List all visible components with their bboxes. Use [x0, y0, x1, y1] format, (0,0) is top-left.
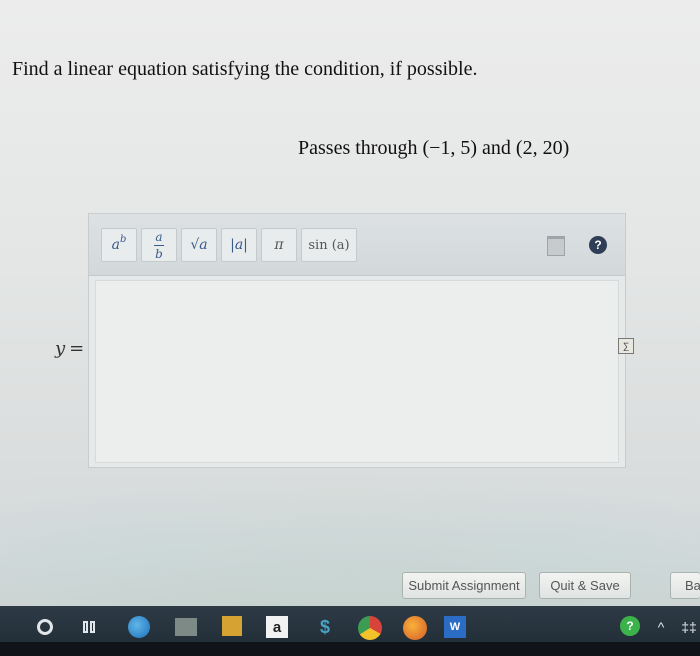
answer-variable: y — [55, 338, 66, 359]
equation-preview-icon[interactable]: ∑ — [618, 338, 634, 354]
word-icon[interactable]: W — [444, 616, 466, 638]
fraction-bar — [154, 244, 164, 246]
power-button[interactable]: ab — [101, 228, 137, 262]
power-exponent: b — [119, 233, 127, 245]
amazon-icon[interactable]: a — [266, 616, 288, 638]
help-icon[interactable]: ? — [589, 236, 607, 254]
submit-assignment-button[interactable]: Submit Assignment — [402, 572, 526, 599]
sqrt-button[interactable]: √a — [181, 228, 217, 262]
tray-app-icon[interactable]: ‡‡ — [680, 616, 698, 638]
money-app-icon[interactable]: $ — [314, 616, 336, 638]
tray-help-icon[interactable]: ? — [620, 616, 640, 636]
fraction-numerator: a — [155, 229, 163, 244]
store-icon[interactable] — [222, 616, 242, 636]
chevron-up-icon[interactable]: ^ — [654, 616, 668, 638]
math-toolbar: ab a b √a |a| π sin (a) ? — [89, 214, 625, 276]
cortana-icon[interactable] — [37, 619, 53, 635]
answer-input[interactable] — [95, 280, 619, 463]
answer-label: y = — [55, 338, 84, 359]
chrome-icon[interactable] — [358, 616, 382, 640]
condition-text: Passes through (−1, 5) and (2, 20) — [298, 137, 570, 159]
task-view-icon[interactable] — [80, 616, 100, 638]
power-base: a — [111, 237, 120, 253]
equals-sign: = — [69, 338, 85, 359]
absolute-value-button[interactable]: |a| — [221, 228, 257, 262]
fraction-button[interactable]: a b — [141, 228, 177, 262]
edge-browser-icon[interactable] — [128, 616, 150, 638]
sin-button[interactable]: sin (a) — [301, 228, 357, 262]
fraction-denominator: b — [155, 246, 163, 261]
trash-icon[interactable] — [547, 236, 565, 256]
firefox-icon[interactable] — [403, 616, 427, 640]
math-editor: ab a b √a |a| π sin (a) ? — [88, 213, 626, 468]
quit-save-button[interactable]: Quit & Save — [539, 572, 631, 599]
windows-taskbar: a $ W ? ^ ‡‡ — [0, 606, 700, 656]
back-button[interactable]: Ba — [670, 572, 700, 599]
file-explorer-icon[interactable] — [175, 618, 197, 636]
pi-button[interactable]: π — [261, 228, 297, 262]
monitor-bezel — [0, 642, 700, 656]
question-text: Find a linear equation satisfying the co… — [12, 58, 478, 80]
